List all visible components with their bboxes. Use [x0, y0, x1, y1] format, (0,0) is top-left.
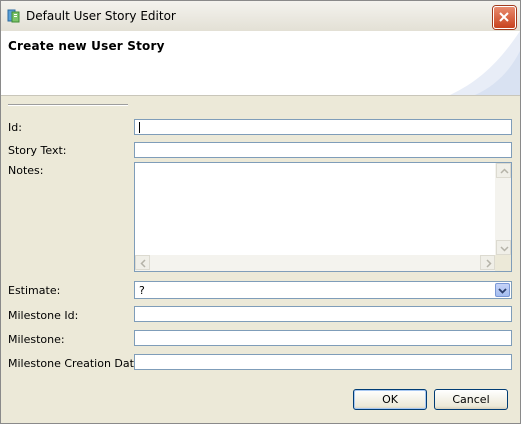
- horizontal-scrollbar[interactable]: [135, 255, 495, 271]
- id-label: Id:: [8, 121, 22, 134]
- estimate-value: ?: [139, 284, 145, 297]
- close-button[interactable]: [493, 6, 516, 29]
- text-caret: [139, 122, 140, 133]
- chevron-left-icon: [140, 259, 146, 268]
- estimate-select[interactable]: ?: [134, 281, 512, 299]
- ok-button[interactable]: OK: [353, 389, 427, 410]
- separator: [8, 104, 128, 105]
- estimate-label: Estimate:: [8, 284, 61, 297]
- cancel-button[interactable]: Cancel: [434, 389, 508, 410]
- notes-textarea[interactable]: [134, 162, 512, 272]
- milestone-id-field[interactable]: [134, 306, 512, 322]
- story-text-field[interactable]: [134, 142, 512, 158]
- chevron-down-icon: [498, 288, 507, 294]
- close-icon: [499, 12, 509, 22]
- app-icon: [6, 8, 22, 24]
- banner-title: Create new User Story: [8, 39, 165, 53]
- scroll-left-button[interactable]: [135, 255, 150, 270]
- scroll-corner: [495, 255, 511, 271]
- scroll-down-button[interactable]: [496, 240, 511, 255]
- story-text-label: Story Text:: [8, 144, 67, 157]
- chevron-right-icon: [486, 259, 492, 268]
- milestone-creation-date-label: Milestone Creation Date:: [8, 357, 145, 370]
- milestone-creation-date-field[interactable]: [134, 354, 512, 370]
- milestone-field[interactable]: [134, 330, 512, 346]
- milestone-label: Milestone:: [8, 333, 65, 346]
- dropdown-button[interactable]: [495, 283, 510, 297]
- title-bar[interactable]: Default User Story Editor: [1, 1, 520, 32]
- window-title: Default User Story Editor: [26, 9, 176, 23]
- chevron-up-icon: [500, 168, 509, 174]
- vertical-scrollbar[interactable]: [495, 163, 511, 256]
- id-field[interactable]: [134, 119, 512, 135]
- chevron-down-icon: [500, 246, 509, 252]
- notes-label: Notes:: [8, 164, 44, 177]
- milestone-id-label: Milestone Id:: [8, 309, 79, 322]
- scroll-up-button[interactable]: [496, 163, 511, 178]
- header-banner: Create new User Story: [1, 31, 520, 96]
- scroll-right-button[interactable]: [480, 255, 495, 270]
- banner-decoration: [450, 31, 520, 95]
- dialog-window: Default User Story Editor Create new Use…: [0, 0, 521, 424]
